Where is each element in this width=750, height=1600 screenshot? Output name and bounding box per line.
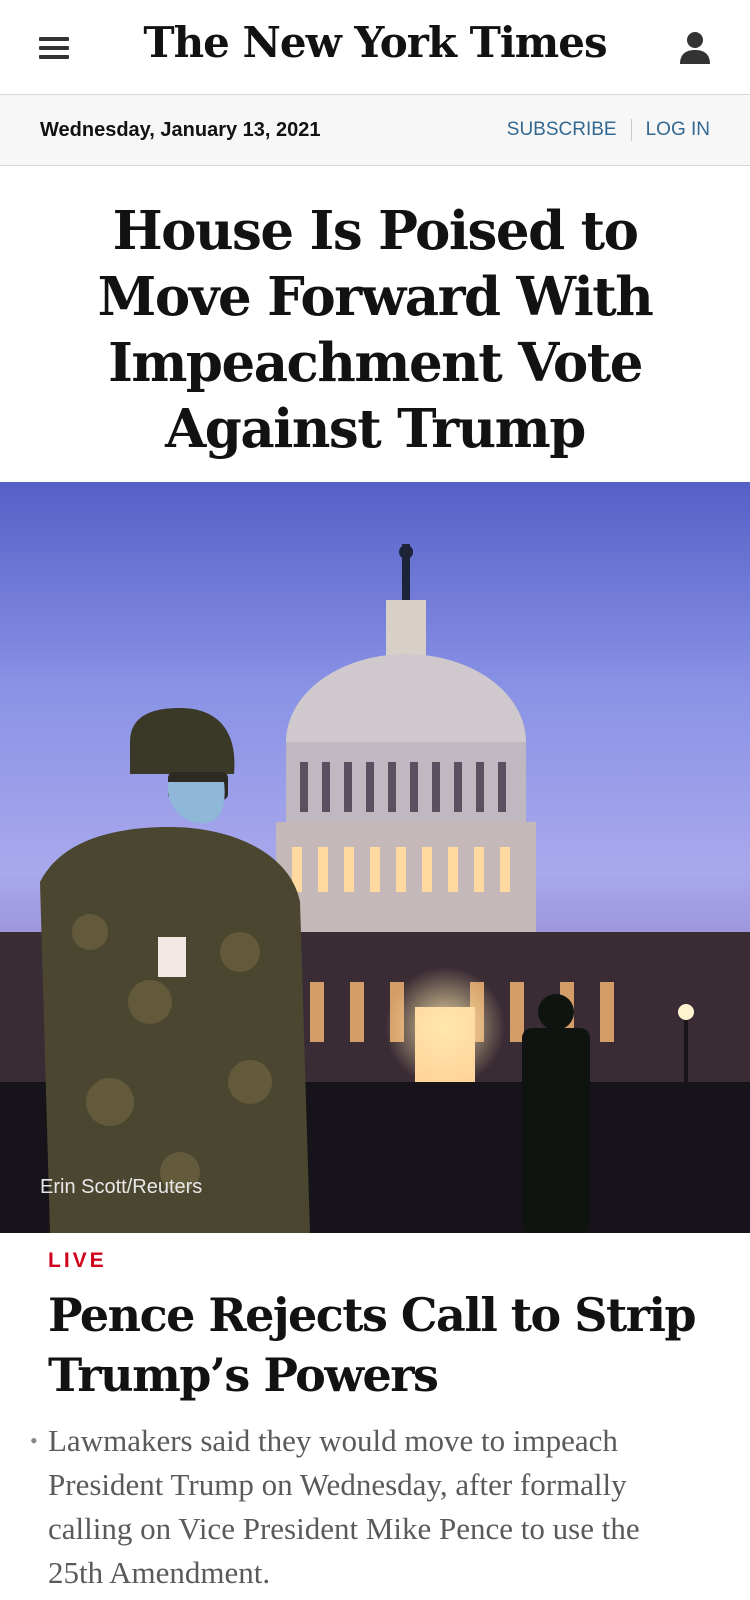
bullet-icon: • — [30, 1428, 38, 1453]
user-icon[interactable] — [678, 30, 712, 66]
date-bar: Wednesday, January 13, 2021 SUBSCRIBE LOG… — [0, 95, 750, 166]
photo-credit: Erin Scott/Reuters — [40, 1176, 203, 1198]
capitol-photo-illustration — [0, 544, 750, 1233]
lead-photo[interactable]: Erin Scott/Reuters — [0, 482, 750, 1233]
story-title[interactable]: Pence Rejects Call to Strip Trump’s Powe… — [48, 1285, 702, 1405]
story-summary-text: Lawmakers said they would move to impeac… — [48, 1423, 640, 1590]
login-link[interactable]: LOG IN — [646, 119, 710, 140]
current-date: Wednesday, January 13, 2021 — [40, 119, 321, 141]
live-kicker: LIVE — [48, 1249, 107, 1272]
story-summary: • Lawmakers said they would move to impe… — [30, 1419, 702, 1595]
story-block[interactable]: LIVE Pence Rejects Call to Strip Trump’s… — [0, 1233, 750, 1595]
subscribe-link[interactable]: SUBSCRIBE — [507, 119, 617, 140]
divider — [630, 119, 632, 141]
masthead-logo[interactable]: The New York Times — [0, 18, 750, 67]
top-navigation-bar: The New York Times — [0, 0, 750, 95]
lead-headline[interactable]: House Is Poised to Move Forward With Imp… — [40, 198, 710, 462]
account-links: SUBSCRIBE LOG IN — [507, 119, 710, 141]
